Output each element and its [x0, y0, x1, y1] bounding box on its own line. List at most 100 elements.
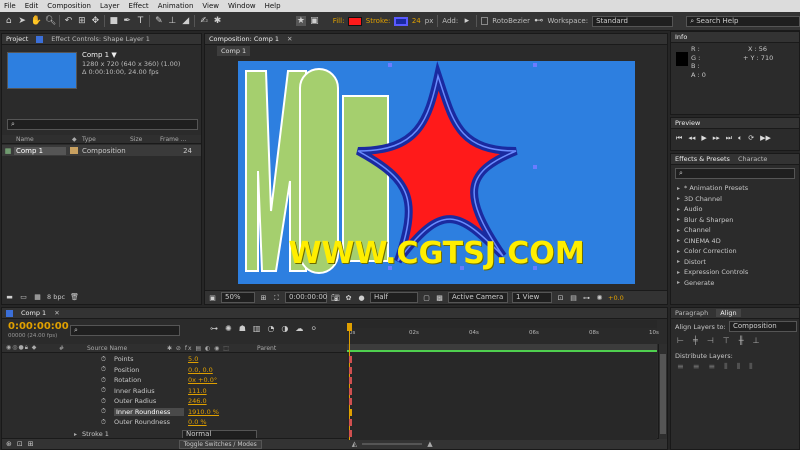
effects-search-input[interactable]: ⌕ [675, 168, 795, 179]
rotation-tool-icon[interactable]: ↶ [64, 16, 73, 26]
property-row[interactable]: ⏱ Rotation 0x +0.0° [2, 375, 347, 386]
expand-triangle-icon[interactable]: ▸ [677, 185, 680, 192]
expand-triangle-icon[interactable]: ▸ [677, 216, 680, 223]
stopwatch-icon[interactable]: ⏱ [2, 365, 110, 374]
reset-exposure-icon[interactable]: ✺ [595, 294, 604, 302]
effects-category[interactable]: ▸ Generate [671, 278, 799, 289]
snapping-icon[interactable]: ⊷ [534, 16, 543, 26]
distribute-vcenter-icon[interactable]: ≡ [693, 362, 700, 372]
close-icon[interactable]: ✕ [54, 309, 59, 317]
col-type[interactable]: Type [82, 136, 130, 143]
resolution-dropdown[interactable]: Half [370, 292, 418, 303]
views-dropdown[interactable]: 1 View [512, 292, 552, 303]
align-right-icon[interactable]: ⊣ [707, 336, 714, 345]
menu-item-animation[interactable]: Animation [158, 2, 194, 10]
keyframe-marker[interactable] [349, 356, 352, 363]
align-hcenter-icon[interactable]: ╪ [693, 336, 698, 345]
menu-item-edit[interactable]: Edit [25, 2, 39, 10]
type-tool-icon[interactable]: T [136, 16, 145, 26]
interpret-footage-icon[interactable]: ▬ [5, 293, 14, 301]
effects-category[interactable]: ▸ * Animation Presets [671, 183, 799, 194]
tab-effect-controls[interactable]: Effect Controls: Shape Layer 1 [51, 35, 150, 43]
project-item-row[interactable]: ▦ Comp 1 Composition 24 [2, 145, 201, 156]
distribute-bottom-icon[interactable]: ≡ [708, 362, 715, 372]
distribute-hcenter-icon[interactable]: ⦀ [737, 362, 741, 372]
modes-icon[interactable]: ⊡ [17, 440, 23, 448]
toggle-switches-modes-button[interactable]: Toggle Switches / Modes [178, 439, 262, 449]
time-ruler[interactable]: 0s 02s 04s 06s 08s 10s [347, 328, 659, 344]
property-value[interactable]: 0.0, 0.0 [188, 366, 213, 374]
menu-item-layer[interactable]: Layer [100, 2, 120, 10]
clone-stamp-tool-icon[interactable]: ⊥ [168, 16, 177, 26]
expand-triangle-icon[interactable]: ▸ [677, 195, 680, 202]
tab-align[interactable]: Align [716, 309, 741, 317]
align-bottom-icon[interactable]: ⊥ [753, 336, 760, 345]
property-value[interactable]: 0.0 % [188, 418, 207, 426]
viewer-timecode[interactable]: 0:00:00:00 [285, 292, 327, 303]
property-value[interactable]: 1910.0 % [188, 408, 219, 416]
transparency-grid-icon[interactable]: ▩ [435, 294, 444, 302]
eraser-tool-icon[interactable]: ◢ [181, 16, 190, 26]
col-source-name[interactable]: Source Name [87, 345, 167, 352]
snapshot-icon[interactable]: 📷︎ [331, 294, 340, 302]
timeline-timecode[interactable]: 0:00:00:00 [8, 321, 69, 332]
effects-category[interactable]: ▸ CINEMA 4D [671, 236, 799, 247]
effects-category[interactable]: ▸ Distort [671, 257, 799, 268]
next-frame-icon[interactable]: ▸▸ [713, 134, 720, 143]
stroke-color-swatch[interactable] [394, 16, 408, 26]
property-value[interactable]: 5.0 [188, 355, 198, 363]
expand-triangle-icon[interactable]: ▸ [677, 237, 680, 244]
motion-blur-icon[interactable]: ◔ [267, 324, 274, 333]
keyframe-marker[interactable] [349, 398, 352, 405]
align-top-icon[interactable]: ⊤ [723, 336, 730, 345]
tab-timeline-comp[interactable]: Comp 1 [21, 309, 46, 317]
col-size[interactable]: Size [130, 136, 160, 143]
effects-category[interactable]: ▸ Blur & Sharpen [671, 215, 799, 226]
hand-tool-icon[interactable]: ✋ [31, 16, 42, 26]
layer-switches-icon[interactable]: ⊛ [6, 440, 12, 448]
align-left-icon[interactable]: ⊢ [677, 336, 684, 345]
in-out-icon[interactable]: ⊞ [28, 440, 34, 448]
expand-triangle-icon[interactable]: ▸ [677, 206, 680, 213]
menu-item-help[interactable]: Help [265, 2, 281, 10]
menu-item-window[interactable]: Window [228, 2, 256, 10]
expand-triangle-icon[interactable]: ▸ [677, 227, 680, 234]
previous-frame-icon[interactable]: ◂◂ [688, 134, 695, 143]
new-composition-icon[interactable]: ▦ [33, 293, 42, 301]
selection-tool-icon[interactable]: ➤ [17, 16, 26, 26]
safe-margins-icon[interactable]: ⊞ [259, 294, 268, 302]
camera-tool-icon[interactable]: ⊞ [77, 16, 86, 26]
align-vcenter-icon[interactable]: ╫ [739, 336, 744, 345]
roto-brush-tool-icon[interactable]: ✍ [199, 16, 208, 26]
property-value[interactable]: 111.0 [188, 387, 207, 395]
property-row[interactable]: ⏱ Position 0.0, 0.0 [2, 365, 347, 376]
align-target-dropdown[interactable]: Composition [729, 321, 797, 332]
distribute-right-icon[interactable]: ⦀ [749, 362, 753, 372]
property-row[interactable]: ⏱ Inner Roundness 1910.0 % [2, 407, 347, 418]
expand-triangle-icon[interactable]: ▸ [2, 431, 82, 438]
rotobezier-checkbox[interactable] [480, 17, 489, 25]
property-row[interactable]: ⏱ Outer Roundness 0.0 % [2, 417, 347, 428]
workspace-dropdown[interactable]: Standard [592, 15, 673, 27]
effects-category[interactable]: ▸ Color Correction [671, 246, 799, 257]
composition-canvas[interactable]: WWW.CGTSJ.COM [238, 61, 635, 284]
zoom-out-icon[interactable]: ◭ [352, 440, 357, 448]
new-folder-icon[interactable]: ▭ [19, 293, 28, 301]
play-icon[interactable]: ▶ [701, 134, 706, 143]
project-search-input[interactable]: ⌕ [7, 119, 198, 130]
expand-triangle-icon[interactable]: ▸ [677, 248, 680, 255]
region-of-interest-icon[interactable]: ▢ [422, 294, 431, 302]
frame-blending-icon[interactable]: ▥ [253, 324, 261, 333]
col-parent[interactable]: Parent [257, 345, 276, 352]
distribute-left-icon[interactable]: ⦀ [724, 362, 728, 372]
timeline-graph-area[interactable]: 0s 02s 04s 06s 08s 10s [347, 320, 659, 440]
effects-category[interactable]: ▸ 3D Channel [671, 194, 799, 205]
keyframe-marker[interactable] [349, 419, 352, 426]
bpc-label[interactable]: 8 bpc [47, 293, 65, 301]
pen-tool-icon[interactable]: ✒ [122, 16, 131, 26]
shy-icon[interactable]: ☗ [239, 324, 246, 333]
menu-item-composition[interactable]: Composition [47, 2, 91, 10]
zoom-dropdown[interactable]: 50% [221, 292, 255, 303]
effects-category[interactable]: ▸ Channel [671, 225, 799, 236]
stopwatch-icon[interactable]: ⏱ [2, 386, 110, 395]
